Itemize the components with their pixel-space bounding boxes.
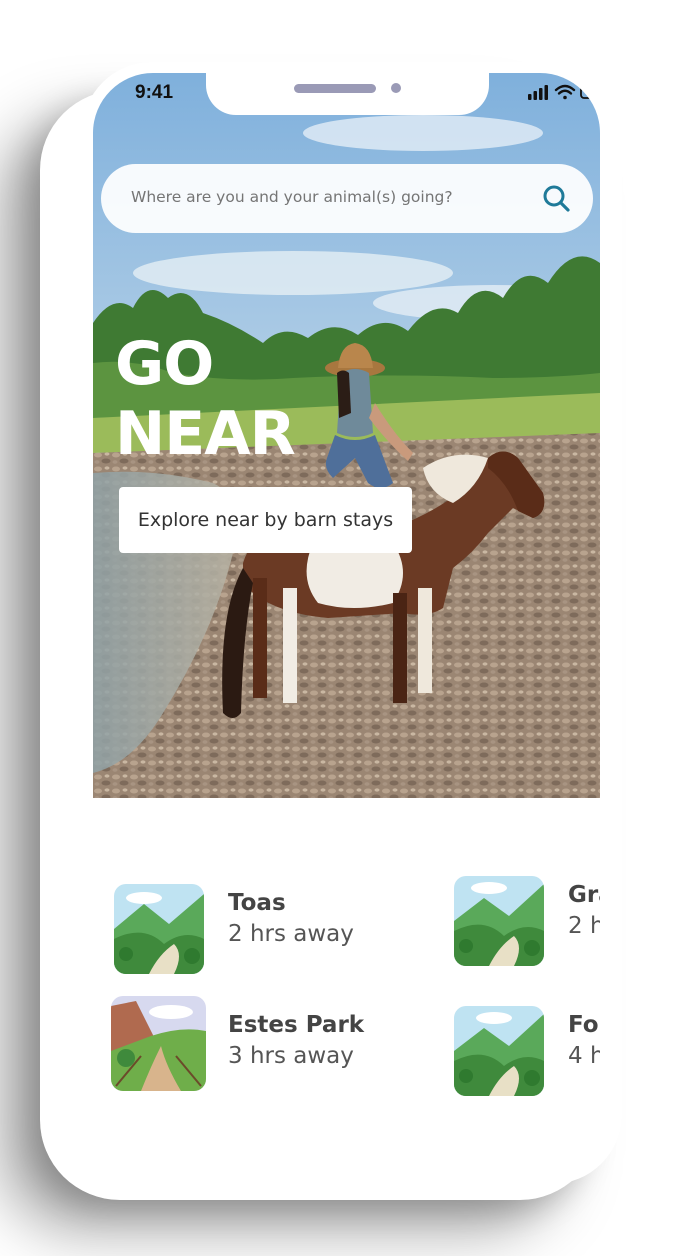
hero-title: GO NEAR bbox=[115, 329, 296, 469]
front-camera bbox=[391, 83, 401, 93]
destination-item[interactable]: Gra 2 h bbox=[454, 876, 600, 972]
hero-title-line1: GO bbox=[115, 329, 214, 399]
battery-icon bbox=[580, 85, 600, 99]
destination-name: For bbox=[568, 1012, 600, 1038]
destination-distance: 2 h bbox=[568, 913, 600, 939]
destination-item[interactable]: For 4 h bbox=[454, 1006, 600, 1102]
status-time: 9:41 bbox=[135, 82, 174, 103]
destination-item[interactable]: Toas 2 hrs away bbox=[114, 884, 374, 980]
destination-distance: 2 hrs away bbox=[228, 921, 354, 947]
wifi-icon bbox=[554, 84, 576, 100]
hero-title-line2: NEAR bbox=[115, 399, 296, 469]
canyon-trail-thumbnail bbox=[111, 996, 206, 1091]
valley-thumbnail bbox=[114, 884, 204, 974]
destination-distance: 3 hrs away bbox=[228, 1043, 354, 1069]
search-bar[interactable] bbox=[101, 164, 593, 233]
search-icon[interactable] bbox=[541, 183, 573, 215]
speaker-grill bbox=[294, 84, 376, 93]
stage: 9:41 Where are you and your animal(s) go… bbox=[0, 0, 686, 1256]
destination-distance: 4 h bbox=[568, 1043, 600, 1069]
phone-frame: 9:41 Where are you and your animal(s) go… bbox=[82, 62, 622, 1184]
signal-icon bbox=[528, 85, 548, 100]
explore-barn-stays-button[interactable]: Explore near by barn stays bbox=[119, 487, 412, 553]
valley-thumbnail bbox=[454, 1006, 544, 1096]
phone-screen: 9:41 Where are you and your animal(s) go… bbox=[93, 73, 600, 1173]
valley-thumbnail bbox=[454, 876, 544, 966]
phone-notch bbox=[206, 73, 489, 115]
destination-item[interactable]: Estes Park 3 hrs away bbox=[111, 996, 381, 1092]
destination-name: Toas bbox=[228, 890, 286, 916]
destination-name: Estes Park bbox=[228, 1012, 365, 1038]
destination-name: Gra bbox=[568, 882, 600, 908]
status-icons bbox=[528, 82, 600, 104]
search-input[interactable] bbox=[131, 188, 511, 206]
